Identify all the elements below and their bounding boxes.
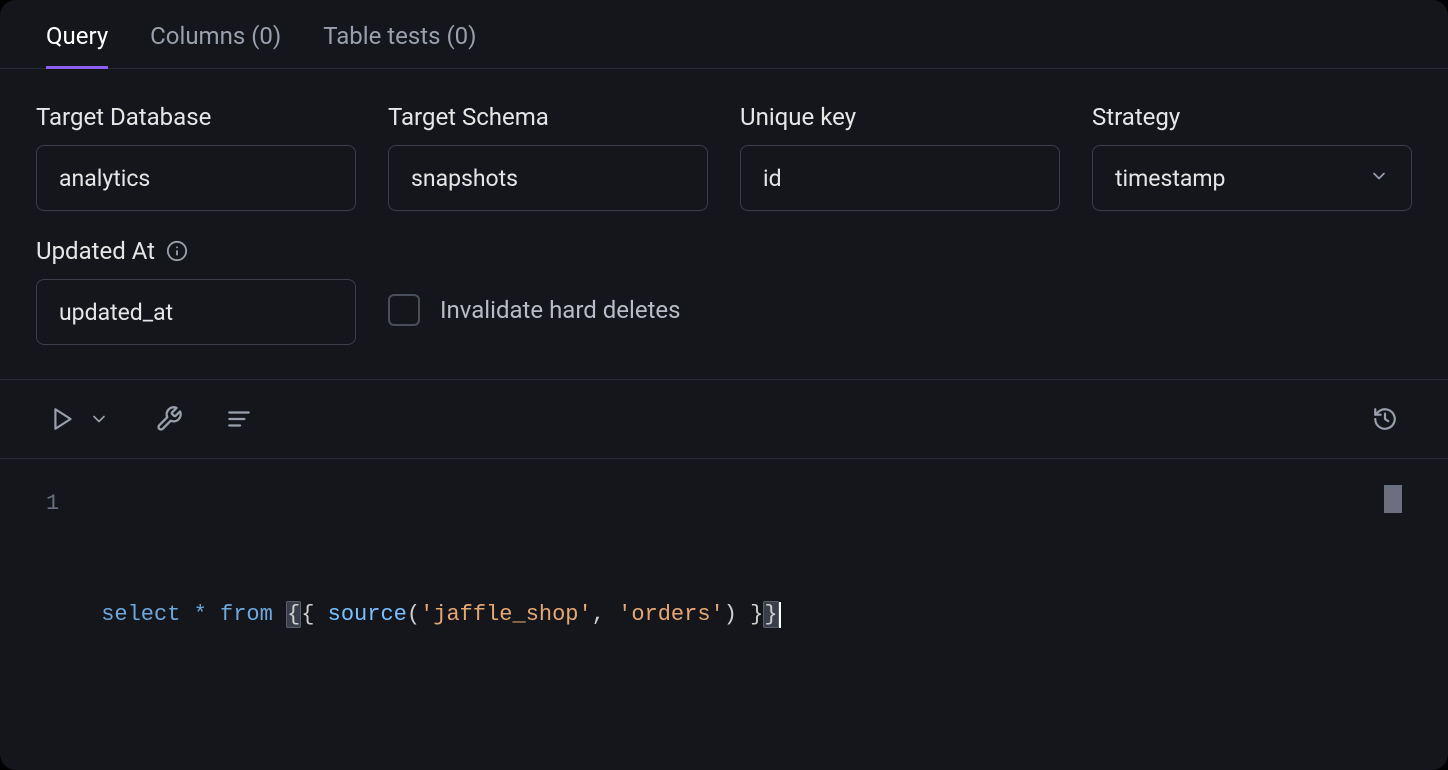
- field-unique-key: Unique key: [740, 103, 1060, 211]
- form-area: Target Database Target Schema Unique key…: [0, 69, 1448, 380]
- checkbox-row-invalidate: Invalidate hard deletes: [388, 275, 681, 345]
- label-updated-at-text: Updated At: [36, 237, 155, 265]
- checkbox-invalidate-hard-deletes[interactable]: [388, 294, 420, 326]
- field-updated-at: Updated At: [36, 237, 356, 345]
- history-button[interactable]: [1368, 402, 1402, 436]
- token-lparen: (: [407, 602, 420, 627]
- token-select: select: [101, 602, 180, 627]
- token-comma: ,: [592, 602, 618, 627]
- token-rbrace-inner: }: [737, 602, 763, 627]
- line-number: 1: [46, 487, 59, 742]
- token-lbrace-outer: {: [286, 601, 301, 628]
- token-str1: 'jaffle_shop': [420, 602, 592, 627]
- input-target-schema[interactable]: [388, 145, 708, 211]
- label-target-schema: Target Schema: [388, 103, 708, 131]
- tab-query[interactable]: Query: [46, 22, 108, 69]
- info-icon[interactable]: [165, 239, 189, 263]
- token-from: from: [220, 602, 273, 627]
- token-rbrace-outer: }: [763, 601, 778, 628]
- field-target-database: Target Database: [36, 103, 356, 211]
- token-lbrace-inner: {: [301, 602, 327, 627]
- run-dropdown-button[interactable]: [82, 402, 116, 436]
- editor-toolbar: [0, 380, 1448, 459]
- scrollbar-thumb[interactable]: [1384, 485, 1402, 513]
- run-button[interactable]: [46, 402, 80, 436]
- tab-columns[interactable]: Columns (0): [150, 22, 281, 69]
- tab-table-tests[interactable]: Table tests (0): [323, 22, 476, 69]
- token-source-fn: source: [328, 602, 407, 627]
- input-unique-key[interactable]: [740, 145, 1060, 211]
- tabs-bar: Query Columns (0) Table tests (0): [0, 0, 1448, 69]
- format-button[interactable]: [222, 402, 256, 436]
- input-target-database[interactable]: [36, 145, 356, 211]
- token-rparen: ): [724, 602, 737, 627]
- input-updated-at[interactable]: [36, 279, 356, 345]
- token-str2: 'orders': [618, 602, 724, 627]
- select-strategy-value: timestamp: [1115, 165, 1225, 192]
- label-updated-at: Updated At: [36, 237, 356, 265]
- label-invalidate-hard-deletes: Invalidate hard deletes: [440, 296, 681, 324]
- field-strategy: Strategy timestamp: [1092, 103, 1412, 211]
- label-target-database: Target Database: [36, 103, 356, 131]
- label-strategy: Strategy: [1092, 103, 1412, 131]
- select-strategy[interactable]: timestamp: [1092, 145, 1412, 211]
- field-target-schema: Target Schema: [388, 103, 708, 211]
- code-editor[interactable]: 1 select * from {{ source('jaffle_shop',…: [0, 459, 1448, 770]
- build-button[interactable]: [152, 402, 186, 436]
- text-cursor: [779, 602, 781, 628]
- chevron-down-icon: [1369, 165, 1389, 192]
- config-panel: Query Columns (0) Table tests (0) Target…: [0, 0, 1448, 770]
- code-line: select * from {{ source('jaffle_shop', '…: [101, 487, 780, 742]
- token-star: *: [194, 602, 207, 627]
- label-unique-key: Unique key: [740, 103, 1060, 131]
